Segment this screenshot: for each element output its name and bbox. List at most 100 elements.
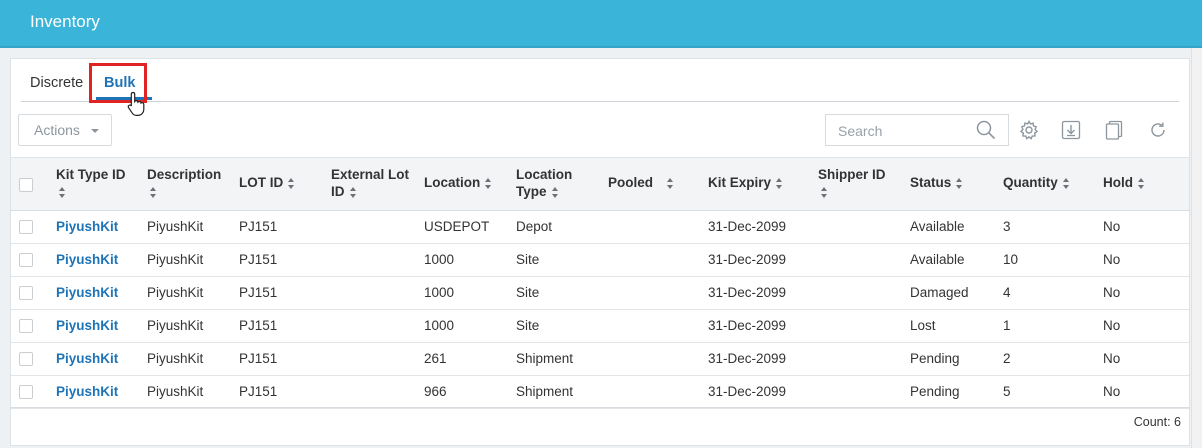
cell-quantity: 5 bbox=[1003, 384, 1011, 399]
cell-hold: No bbox=[1103, 219, 1121, 234]
sort-icon[interactable] bbox=[776, 177, 783, 189]
cell-description: PiyushKit bbox=[147, 351, 204, 366]
col-location[interactable]: Location bbox=[424, 174, 492, 191]
scrollbar[interactable] bbox=[1191, 48, 1202, 448]
search-box[interactable] bbox=[825, 114, 1009, 146]
col-location-type[interactable]: Location Type bbox=[516, 166, 572, 200]
sort-icon[interactable] bbox=[349, 186, 357, 198]
cell-location-type: Shipment bbox=[516, 351, 574, 366]
cell-quantity: 10 bbox=[1003, 252, 1019, 267]
cell-hold: No bbox=[1103, 318, 1121, 333]
row-count: Count: 6 bbox=[1133, 415, 1181, 429]
row-checkbox[interactable] bbox=[19, 385, 33, 399]
cell-description: PiyushKit bbox=[147, 285, 204, 300]
table-row[interactable]: PiyushKit PiyushKit PJ151 966 Shipment 31-Dec… bbox=[11, 375, 1189, 409]
col-lot-id[interactable]: LOT ID bbox=[239, 174, 295, 191]
sort-icon[interactable] bbox=[551, 186, 559, 198]
table-row[interactable]: PiyushKit PiyushKit PJ151 USDEPOT Depot 31-De… bbox=[11, 210, 1189, 244]
cell-location-type: Shipment bbox=[516, 384, 574, 399]
cell-kit-expiry: 31-Dec-2099 bbox=[708, 351, 787, 366]
table-row[interactable]: PiyushKit PiyushKit PJ151 1000 Site 31-Dec-20… bbox=[11, 309, 1189, 343]
cell-location: 1000 bbox=[424, 285, 455, 300]
cell-location: USDEPOT bbox=[424, 219, 490, 234]
sort-icon[interactable] bbox=[821, 186, 828, 198]
tab-bar: Discrete Bulk bbox=[21, 59, 1179, 116]
sort-icon[interactable] bbox=[59, 186, 66, 198]
cell-location-type: Site bbox=[516, 285, 540, 300]
cell-location: 1000 bbox=[424, 252, 455, 267]
col-shipper-id[interactable]: Shipper ID bbox=[818, 166, 886, 200]
row-checkbox[interactable] bbox=[19, 253, 33, 267]
cell-lot-id: PJ151 bbox=[239, 219, 278, 234]
cell-location-type: Site bbox=[516, 318, 540, 333]
cell-kit-expiry: 31-Dec-2099 bbox=[708, 285, 787, 300]
cell-hold: No bbox=[1103, 351, 1121, 366]
cell-kit-type-id[interactable]: PiyushKit bbox=[56, 252, 118, 267]
cell-hold: No bbox=[1103, 252, 1121, 267]
copy-icon[interactable] bbox=[1103, 119, 1125, 141]
cell-quantity: 1 bbox=[1003, 318, 1011, 333]
cell-lot-id: PJ151 bbox=[239, 252, 278, 267]
actions-button[interactable]: Actions bbox=[18, 114, 112, 146]
cell-status: Pending bbox=[910, 384, 960, 399]
table-footer-divider bbox=[11, 407, 1189, 408]
sort-icon[interactable] bbox=[1062, 177, 1070, 189]
sort-icon[interactable] bbox=[150, 186, 157, 198]
cell-kit-expiry: 31-Dec-2099 bbox=[708, 384, 787, 399]
col-kit-expiry[interactable]: Kit Expiry bbox=[708, 174, 783, 191]
gear-icon[interactable] bbox=[1018, 119, 1040, 141]
col-description[interactable]: Description bbox=[147, 166, 221, 200]
cell-hold: No bbox=[1103, 285, 1121, 300]
cell-status: Lost bbox=[910, 318, 936, 333]
actions-label: Actions bbox=[34, 122, 80, 138]
cell-status: Pending bbox=[910, 351, 960, 366]
table-header: Kit Type ID Description LOT ID External … bbox=[11, 157, 1189, 211]
download-icon[interactable] bbox=[1060, 119, 1082, 141]
cell-kit-type-id[interactable]: PiyushKit bbox=[56, 318, 118, 333]
cell-description: PiyushKit bbox=[147, 384, 204, 399]
cell-location-type: Depot bbox=[516, 219, 553, 234]
sort-icon[interactable] bbox=[288, 177, 295, 189]
page-title: Inventory bbox=[30, 12, 100, 31]
cell-kit-type-id[interactable]: PiyushKit bbox=[56, 351, 118, 366]
cell-kit-expiry: 31-Dec-2099 bbox=[708, 252, 787, 267]
cell-lot-id: PJ151 bbox=[239, 285, 278, 300]
col-external-lot-id[interactable]: External Lot ID bbox=[331, 166, 409, 200]
col-pooled[interactable]: Pooled bbox=[608, 174, 674, 191]
search-input[interactable] bbox=[836, 121, 970, 141]
table-row[interactable]: PiyushKit PiyushKit PJ151 1000 Site 31-Dec-20… bbox=[11, 243, 1189, 277]
cell-hold: No bbox=[1103, 384, 1121, 399]
row-checkbox[interactable] bbox=[19, 220, 33, 234]
cell-location: 1000 bbox=[424, 318, 455, 333]
tab-discrete[interactable]: Discrete bbox=[30, 75, 83, 91]
col-kit-type-id[interactable]: Kit Type ID bbox=[56, 166, 126, 200]
cell-location: 966 bbox=[424, 384, 447, 399]
cell-kit-type-id[interactable]: PiyushKit bbox=[56, 285, 118, 300]
cell-kit-expiry: 31-Dec-2099 bbox=[708, 219, 787, 234]
sort-icon[interactable] bbox=[1138, 177, 1145, 189]
col-quantity[interactable]: Quantity bbox=[1003, 174, 1070, 191]
search-icon[interactable] bbox=[976, 120, 996, 140]
cell-quantity: 3 bbox=[1003, 219, 1011, 234]
cell-lot-id: PJ151 bbox=[239, 318, 278, 333]
table-row[interactable]: PiyushKit PiyushKit PJ151 1000 Site 31-Dec-20… bbox=[11, 276, 1189, 310]
sort-icon[interactable] bbox=[956, 177, 963, 189]
table-row[interactable]: PiyushKit PiyushKit PJ151 261 Shipment 31-Dec… bbox=[11, 342, 1189, 376]
sort-icon[interactable] bbox=[667, 177, 674, 189]
col-hold[interactable]: Hold bbox=[1103, 174, 1145, 191]
header-bar: Inventory bbox=[0, 0, 1202, 48]
cell-quantity: 2 bbox=[1003, 351, 1011, 366]
row-checkbox[interactable] bbox=[19, 286, 33, 300]
refresh-icon[interactable] bbox=[1147, 119, 1169, 141]
cell-location-type: Site bbox=[516, 252, 540, 267]
cell-quantity: 4 bbox=[1003, 285, 1011, 300]
col-status[interactable]: Status bbox=[910, 174, 963, 191]
inventory-panel: Discrete Bulk Actions Search Kit Type ID… bbox=[10, 58, 1190, 446]
select-all-checkbox[interactable] bbox=[19, 178, 33, 192]
cell-description: PiyushKit bbox=[147, 252, 204, 267]
row-checkbox[interactable] bbox=[19, 319, 33, 333]
cell-kit-type-id[interactable]: PiyushKit bbox=[56, 384, 118, 399]
cell-kit-type-id[interactable]: PiyushKit bbox=[56, 219, 118, 234]
sort-icon[interactable] bbox=[485, 177, 492, 189]
row-checkbox[interactable] bbox=[19, 352, 33, 366]
